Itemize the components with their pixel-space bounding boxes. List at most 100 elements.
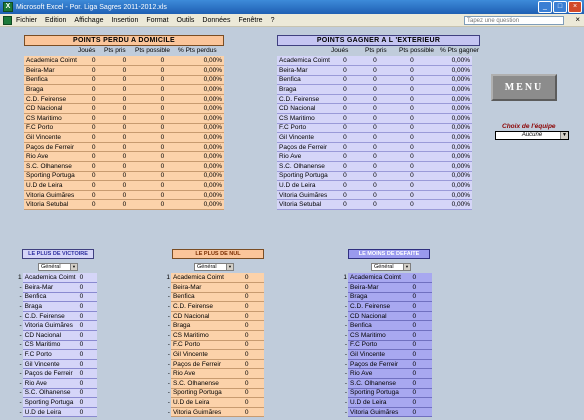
team-name-cell[interactable]: Rio Ave (277, 151, 332, 163)
team-name-cell[interactable]: C.D. Feirense (170, 301, 243, 312)
stat-cell[interactable]: 0 (357, 84, 392, 95)
list-item[interactable]: - CD Nacional 0 (342, 311, 432, 322)
team-name-cell[interactable]: Braga (22, 301, 78, 312)
team-name-cell[interactable]: Rio Ave (24, 151, 81, 163)
table-row[interactable]: Vitoria Guimãres 0 0 0 0,00% (24, 190, 224, 201)
list-item[interactable]: - Braga 0 (17, 301, 97, 312)
stat-cell[interactable]: 0 (80, 103, 108, 115)
team-name-cell[interactable]: Paços de Ferreir (24, 142, 81, 153)
menu-donnees[interactable]: Données (202, 17, 230, 24)
stat-cell[interactable]: 0,00% (431, 94, 472, 105)
team-name-cell[interactable]: Sporting Portuga (24, 171, 81, 182)
menu-format[interactable]: Format (146, 17, 168, 24)
menu-insertion[interactable]: Insertion (111, 17, 138, 24)
stat-cell[interactable]: 0 (80, 75, 108, 86)
count-cell[interactable]: 0 (242, 301, 264, 312)
table-row[interactable]: Gil Vincente 0 0 0 0,00% (277, 132, 472, 143)
worksheet[interactable]: POINTS PERDU A DOMICILE Joués Pts pris P… (0, 27, 584, 420)
stat-cell[interactable]: 0 (107, 161, 142, 172)
menu-edition[interactable]: Edition (45, 17, 66, 24)
stat-cell[interactable]: 0 (391, 171, 432, 182)
stat-cell[interactable]: 0 (391, 142, 432, 153)
stat-cell[interactable]: 0 (391, 94, 432, 105)
list-item[interactable]: - U.D de Leira 0 (342, 397, 432, 408)
count-cell[interactable]: 0 (242, 359, 264, 370)
team-name-cell[interactable]: F.C Porto (22, 349, 78, 360)
table-row[interactable]: Beira-Mar 0 0 0 0,00% (277, 65, 472, 76)
stat-cell[interactable]: 0 (357, 161, 392, 172)
table-row[interactable]: S.C. Olhanense 0 0 0 0,00% (24, 161, 224, 172)
stat-cell[interactable]: 0 (391, 199, 432, 210)
stat-cell[interactable]: 0 (331, 151, 358, 163)
count-cell[interactable]: 0 (77, 301, 97, 312)
list-item[interactable]: - Sporting Portuga 0 (165, 388, 264, 399)
stat-cell[interactable]: 0,00% (431, 123, 472, 134)
team-name-cell[interactable]: CS Maritimo (277, 113, 332, 124)
list-item[interactable]: 1 Academica Coimt 0 (17, 273, 97, 284)
stat-cell[interactable]: 0 (141, 151, 183, 163)
stat-cell[interactable]: 0,00% (182, 94, 224, 105)
list-item[interactable]: - Vitoria Guimãres 0 (342, 407, 432, 418)
stat-cell[interactable]: 0 (141, 132, 183, 143)
team-name-cell[interactable]: Braga (277, 84, 332, 95)
team-name-cell[interactable]: Benfica (277, 75, 332, 86)
table-row[interactable]: Braga 0 0 0 0,00% (24, 84, 224, 95)
stat-cell[interactable]: 0 (357, 123, 392, 134)
count-cell[interactable]: 0 (77, 292, 97, 303)
stat-cell[interactable]: 0,00% (431, 103, 472, 115)
table-row[interactable]: Braga 0 0 0 0,00% (277, 84, 472, 95)
stat-cell[interactable]: 0,00% (431, 84, 472, 95)
list-item[interactable]: - Benfica 0 (165, 292, 264, 303)
team-name-cell[interactable]: Gil Vincente (277, 132, 332, 143)
exterieur-table[interactable]: Academica Coimt 0 0 0 0,00% Beira-Mar 0 0 0 0,00%… (277, 56, 472, 210)
count-cell[interactable]: 0 (410, 378, 432, 389)
team-name-cell[interactable]: CD Nacional (24, 103, 81, 115)
excel-app-icon[interactable]: X (3, 2, 13, 12)
list-item[interactable]: 1 Academica Coimt 0 (165, 273, 264, 284)
stat-cell[interactable]: 0 (107, 123, 142, 134)
team-name-cell[interactable]: CS Maritimo (24, 113, 81, 124)
team-name-cell[interactable]: CD Nacional (22, 330, 78, 341)
team-name-cell[interactable]: Braga (24, 84, 81, 95)
list-item[interactable]: - Rio Ave 0 (342, 368, 432, 380)
stat-cell[interactable]: 0 (357, 113, 392, 124)
stat-cell[interactable]: 0 (357, 65, 392, 76)
stat-cell[interactable]: 0,00% (182, 56, 224, 67)
victoire-table[interactable]: 1 Academica Coimt 0- Beira-Mar 0- Benfica 0- Br… (17, 273, 97, 418)
table-row[interactable]: CD Nacional 0 0 0 0,00% (24, 103, 224, 115)
stat-cell[interactable]: 0 (141, 56, 183, 67)
team-name-cell[interactable]: F.C Porto (170, 340, 243, 351)
stat-cell[interactable]: 0 (107, 142, 142, 153)
list-item[interactable]: - Paços de Ferreir 0 (165, 359, 264, 370)
list-item[interactable]: - Sporting Portuga 0 (17, 397, 97, 408)
table-row[interactable]: Rio Ave 0 0 0 0,00% (24, 151, 224, 163)
stat-cell[interactable]: 0 (391, 56, 432, 67)
stat-cell[interactable]: 0 (331, 94, 358, 105)
stat-cell[interactable]: 0,00% (431, 65, 472, 76)
stat-cell[interactable]: 0 (80, 190, 108, 201)
count-cell[interactable]: 0 (77, 330, 97, 341)
count-cell[interactable]: 0 (410, 397, 432, 408)
stat-cell[interactable]: 0 (391, 190, 432, 201)
close-window-button[interactable]: × (568, 1, 582, 13)
list-item[interactable]: - Vitoria Guimãres 0 (17, 320, 97, 332)
stat-cell[interactable]: 0 (107, 199, 142, 210)
stat-cell[interactable]: 0,00% (182, 103, 224, 115)
list-item[interactable]: - Sporting Portuga 0 (342, 388, 432, 399)
count-cell[interactable]: 0 (77, 407, 97, 418)
list-item[interactable]: - C.D. Feirense 0 (165, 301, 264, 312)
table-row[interactable]: CS Maritimo 0 0 0 0,00% (277, 113, 472, 124)
stat-cell[interactable]: 0 (331, 199, 358, 210)
stat-cell[interactable]: 0 (80, 199, 108, 210)
stat-cell[interactable]: 0 (391, 103, 432, 115)
defaite-table[interactable]: 1 Academica Coimt 0- Beira-Mar 0- Braga 0- C.D.… (342, 273, 432, 418)
count-cell[interactable]: 0 (410, 407, 432, 418)
list-item[interactable]: - Paços de Ferreir 0 (17, 368, 97, 380)
stat-cell[interactable]: 0,00% (431, 75, 472, 86)
team-name-cell[interactable]: Beira-Mar (348, 282, 411, 293)
team-name-cell[interactable]: Vitoria Guimãres (277, 190, 332, 201)
stat-cell[interactable]: 0,00% (182, 171, 224, 182)
stat-cell[interactable]: 0 (391, 84, 432, 95)
victoire-filter-select[interactable]: Général ▼ (38, 263, 78, 271)
stat-cell[interactable]: 0 (107, 190, 142, 201)
